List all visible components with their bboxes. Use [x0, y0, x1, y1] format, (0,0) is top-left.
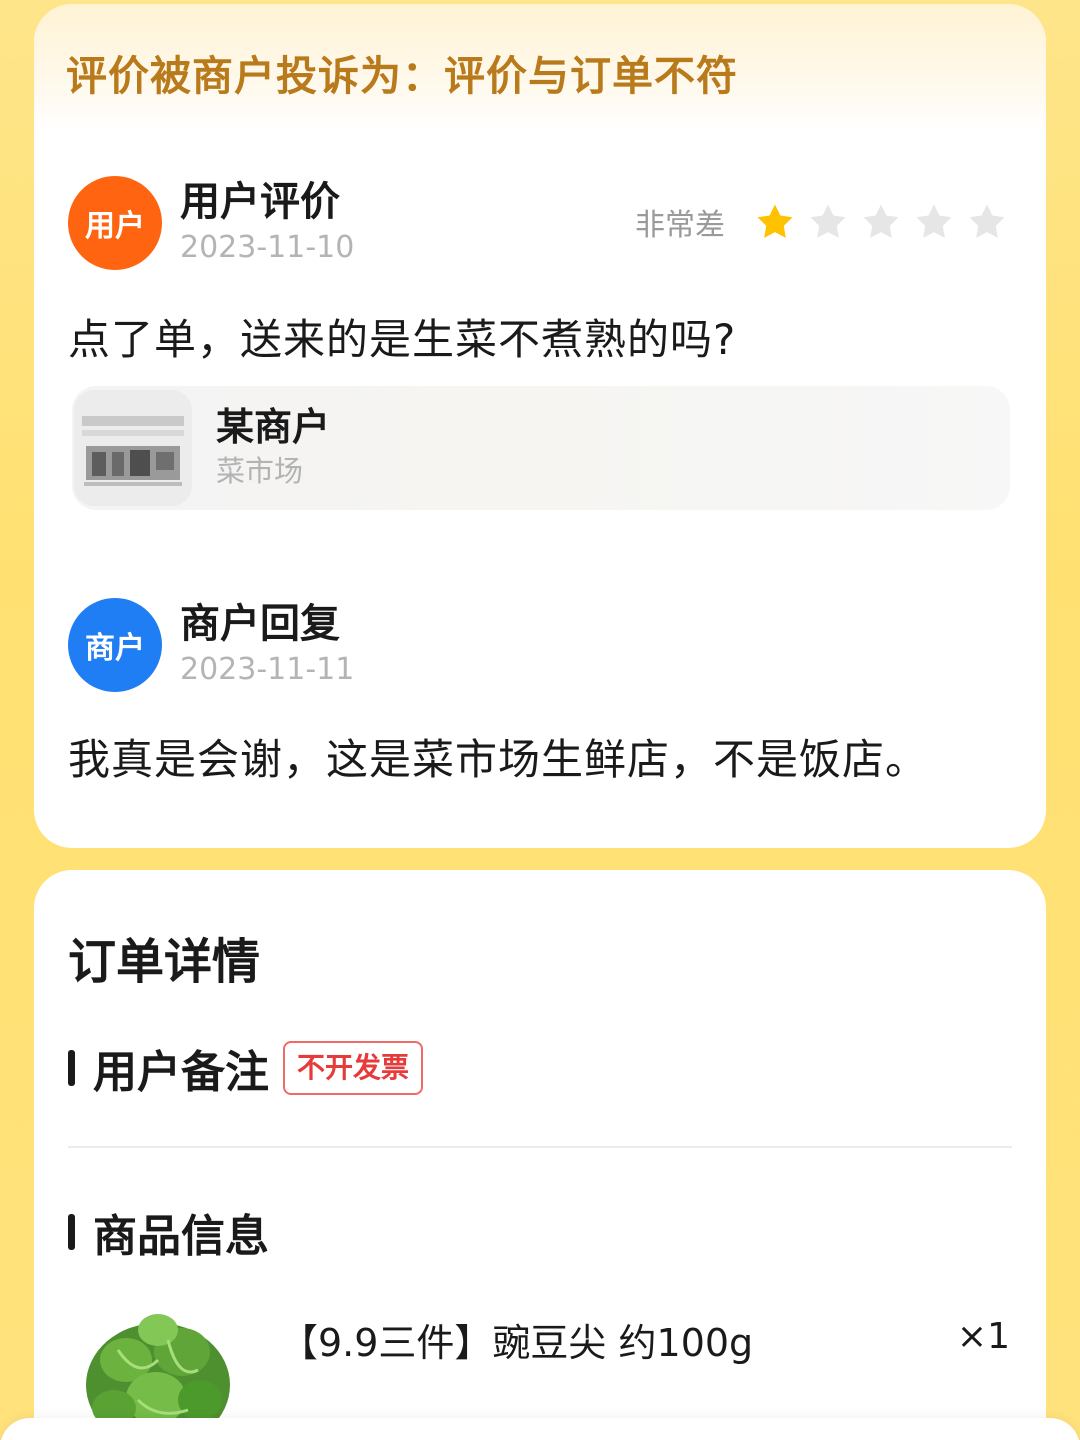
star-icon-1 — [757, 204, 793, 238]
star-icon-4 — [916, 204, 952, 238]
user-avatar: 用户 — [68, 176, 162, 270]
merchant-avatar: 商户 — [68, 598, 162, 692]
user-review-title: 用户评价 — [180, 179, 340, 225]
goods-info-heading-text: 商品信息 — [93, 1211, 269, 1262]
complaint-text: 评价被商户投诉为：评价与订单不符 — [66, 52, 738, 100]
rating-label: 非常差 — [635, 208, 725, 243]
merchant-reply-date: 2023-11-11 — [180, 652, 355, 687]
bottom-sheet-edge — [0, 1418, 1080, 1440]
user-review-header: 用户 用户评价 2023-11-10 — [68, 176, 354, 270]
star-icon-5 — [969, 204, 1005, 238]
star-rating: 非常差 — [635, 200, 1008, 244]
user-review-text: 点了单，送来的是生菜不煮熟的吗? — [68, 315, 737, 364]
complaint-banner: 评价被商户投诉为：评价与订单不符 — [34, 4, 1046, 132]
no-invoice-tag: 不开发票 — [283, 1041, 424, 1095]
order-details-title: 订单详情 — [68, 934, 261, 990]
star-icon-2 — [810, 204, 846, 238]
shop-name: 某商户 — [216, 405, 331, 449]
shop-category: 菜市场 — [216, 454, 304, 488]
divider — [68, 1146, 1012, 1148]
product-name[interactable]: 【9.9三件】豌豆尖 约100g — [280, 1312, 753, 1367]
user-note-heading-text: 用户备注 — [93, 1047, 269, 1098]
merchant-reply-header: 商户 商户回复 2023-11-11 — [68, 598, 354, 692]
review-card: 评价被商户投诉为：评价与订单不符 用户 用户评价 2023-11-10 非常差 … — [34, 4, 1046, 848]
goods-info-heading: 商品信息 — [68, 1200, 269, 1264]
merchant-avatar-label: 商户 — [85, 631, 145, 666]
heading-bar — [68, 1050, 75, 1086]
user-note-heading: 用户备注 不开发票 — [68, 1036, 424, 1100]
heading-bar — [68, 1214, 75, 1250]
user-review-date: 2023-11-10 — [180, 230, 355, 265]
shop-card[interactable]: 某商户 菜市场 — [72, 386, 1010, 510]
merchant-reply-title: 商户回复 — [180, 601, 340, 647]
user-avatar-label: 用户 — [85, 209, 145, 244]
shop-storefront-icon — [74, 390, 192, 506]
star-icon-3 — [863, 204, 899, 238]
product-quantity: ×1 — [956, 1316, 1010, 1357]
merchant-reply-text: 我真是会谢，这是菜市场生鲜店，不是饭店。 — [68, 735, 929, 784]
order-details-card: 订单详情 用户备注 不开发票 商品信息 【9.9三件】豌豆尖 约100g ×1 — [34, 870, 1046, 1440]
